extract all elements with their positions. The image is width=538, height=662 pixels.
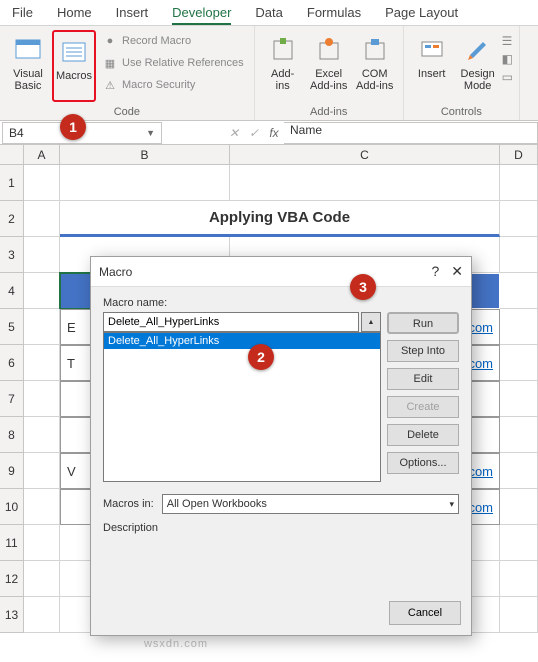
row-head[interactable]: 2 bbox=[0, 201, 24, 237]
grid-icon: ▦ bbox=[102, 55, 118, 71]
description-label: Description bbox=[103, 522, 459, 534]
group-code: Visual Basic Macros ●Record Macro ▦Use R… bbox=[0, 26, 255, 120]
visual-basic-icon bbox=[12, 34, 44, 66]
formula-input[interactable]: Name bbox=[284, 122, 538, 144]
tab-data[interactable]: Data bbox=[255, 5, 282, 20]
run-dialog-icon[interactable]: ▭ bbox=[502, 70, 513, 84]
record-icon: ● bbox=[102, 33, 118, 49]
macros-in-label: Macros in: bbox=[103, 498, 154, 510]
watermark: wsxdn.com bbox=[144, 638, 208, 650]
select-all-corner[interactable] bbox=[0, 145, 24, 164]
insert-control-icon bbox=[416, 34, 448, 66]
row-head[interactable]: 9 bbox=[0, 453, 24, 489]
insert-control-button[interactable]: Insert bbox=[410, 30, 454, 102]
addins-label: Add- ins bbox=[271, 68, 294, 92]
com-addins-button[interactable]: COM Add-ins bbox=[353, 30, 397, 102]
callout-3: 3 bbox=[350, 274, 376, 300]
tab-developer[interactable]: Developer bbox=[172, 5, 231, 25]
macro-listbox[interactable]: Delete_All_HyperLinks bbox=[103, 332, 381, 482]
visual-basic-button[interactable]: Visual Basic bbox=[6, 30, 50, 102]
tab-file[interactable]: File bbox=[12, 5, 33, 20]
group-controls: Insert Design Mode ☰ ◧ ▭ Controls bbox=[404, 26, 520, 120]
design-mode-button[interactable]: Design Mode bbox=[456, 30, 500, 102]
group-addins-label: Add-ins bbox=[310, 106, 347, 118]
row-head[interactable]: 10 bbox=[0, 489, 24, 525]
row-head[interactable]: 5 bbox=[0, 309, 24, 345]
insert-control-label: Insert bbox=[418, 68, 446, 80]
dialog-title: Macro bbox=[99, 265, 132, 279]
create-button: Create bbox=[387, 396, 459, 418]
col-B[interactable]: B bbox=[60, 145, 230, 164]
excel-addins-label: Excel Add-ins bbox=[310, 68, 347, 92]
row-head[interactable]: 1 bbox=[0, 165, 24, 201]
callout-1: 1 bbox=[60, 114, 86, 140]
col-C[interactable]: C bbox=[230, 145, 500, 164]
row-head[interactable]: 4 bbox=[0, 273, 24, 309]
row-head[interactable]: 7 bbox=[0, 381, 24, 417]
design-mode-icon bbox=[462, 34, 494, 66]
group-code-label: Code bbox=[114, 106, 140, 118]
macro-dialog: Macro ? ✕ Macro name: ▲ Delete_All_Hyper… bbox=[90, 256, 472, 636]
excel-addins-button[interactable]: Excel Add-ins bbox=[307, 30, 351, 102]
row-head[interactable]: 8 bbox=[0, 417, 24, 453]
options-button[interactable]: Options... bbox=[387, 452, 459, 474]
close-icon[interactable]: ✕ bbox=[451, 263, 463, 280]
row-head[interactable]: 11 bbox=[0, 525, 24, 561]
edit-button[interactable]: Edit bbox=[387, 368, 459, 390]
row-head[interactable]: 12 bbox=[0, 561, 24, 597]
group-addins: Add- ins Excel Add-ins COM Add-ins Add-i… bbox=[255, 26, 404, 120]
macros-icon bbox=[58, 36, 90, 68]
chevron-down-icon: ▼ bbox=[146, 128, 155, 138]
macro-list-item[interactable]: Delete_All_HyperLinks bbox=[104, 333, 380, 349]
cancel-formula-icon[interactable]: ✕ bbox=[224, 126, 244, 140]
macros-in-select[interactable]: All Open Workbooks ▾ bbox=[162, 494, 459, 514]
help-icon[interactable]: ? bbox=[431, 263, 439, 280]
enter-formula-icon[interactable]: ✓ bbox=[244, 126, 264, 140]
chevron-down-icon: ▾ bbox=[449, 499, 454, 510]
addins-button[interactable]: Add- ins bbox=[261, 30, 305, 102]
row-head[interactable]: 13 bbox=[0, 597, 24, 633]
column-headers: A B C D bbox=[0, 145, 538, 165]
tab-pagelayout[interactable]: Page Layout bbox=[385, 5, 458, 20]
macros-button[interactable]: Macros bbox=[52, 30, 96, 102]
view-code-icon[interactable]: ◧ bbox=[502, 52, 513, 66]
name-box-value: B4 bbox=[9, 126, 24, 140]
design-mode-label: Design Mode bbox=[461, 68, 495, 92]
group-controls-label: Controls bbox=[441, 106, 482, 118]
shield-icon: ⚠ bbox=[102, 77, 118, 93]
com-addins-label: COM Add-ins bbox=[356, 68, 393, 92]
col-A[interactable]: A bbox=[24, 145, 60, 164]
row-head[interactable]: 3 bbox=[0, 237, 24, 273]
record-macro-button[interactable]: ●Record Macro bbox=[98, 30, 248, 52]
row-head[interactable]: 6 bbox=[0, 345, 24, 381]
visual-basic-label: Visual Basic bbox=[13, 68, 43, 92]
cancel-button[interactable]: Cancel bbox=[389, 601, 461, 625]
title-cell[interactable]: Applying VBA Code bbox=[60, 201, 500, 237]
relative-refs-button[interactable]: ▦Use Relative References bbox=[98, 52, 248, 74]
tab-formulas[interactable]: Formulas bbox=[307, 5, 361, 20]
addins-icon bbox=[267, 34, 299, 66]
ribbon: Visual Basic Macros ●Record Macro ▦Use R… bbox=[0, 26, 538, 121]
callout-2: 2 bbox=[248, 344, 274, 370]
macro-name-input[interactable] bbox=[103, 312, 359, 332]
col-D[interactable]: D bbox=[500, 145, 538, 164]
com-addins-icon bbox=[359, 34, 391, 66]
dialog-titlebar[interactable]: Macro ? ✕ bbox=[91, 257, 471, 287]
excel-addins-icon bbox=[313, 34, 345, 66]
macro-name-stepper[interactable]: ▲ bbox=[361, 312, 381, 332]
tab-home[interactable]: Home bbox=[57, 5, 92, 20]
properties-icon[interactable]: ☰ bbox=[502, 34, 513, 48]
run-button[interactable]: Run bbox=[387, 312, 459, 334]
delete-button[interactable]: Delete bbox=[387, 424, 459, 446]
step-into-button[interactable]: Step Into bbox=[387, 340, 459, 362]
fx-icon[interactable]: fx bbox=[264, 126, 284, 140]
ribbon-tabs: File Home Insert Developer Data Formulas… bbox=[0, 0, 538, 26]
macro-name-label: Macro name: bbox=[103, 297, 459, 309]
tab-insert[interactable]: Insert bbox=[116, 5, 149, 20]
macro-security-button[interactable]: ⚠Macro Security bbox=[98, 74, 248, 96]
macros-label: Macros bbox=[56, 70, 92, 82]
